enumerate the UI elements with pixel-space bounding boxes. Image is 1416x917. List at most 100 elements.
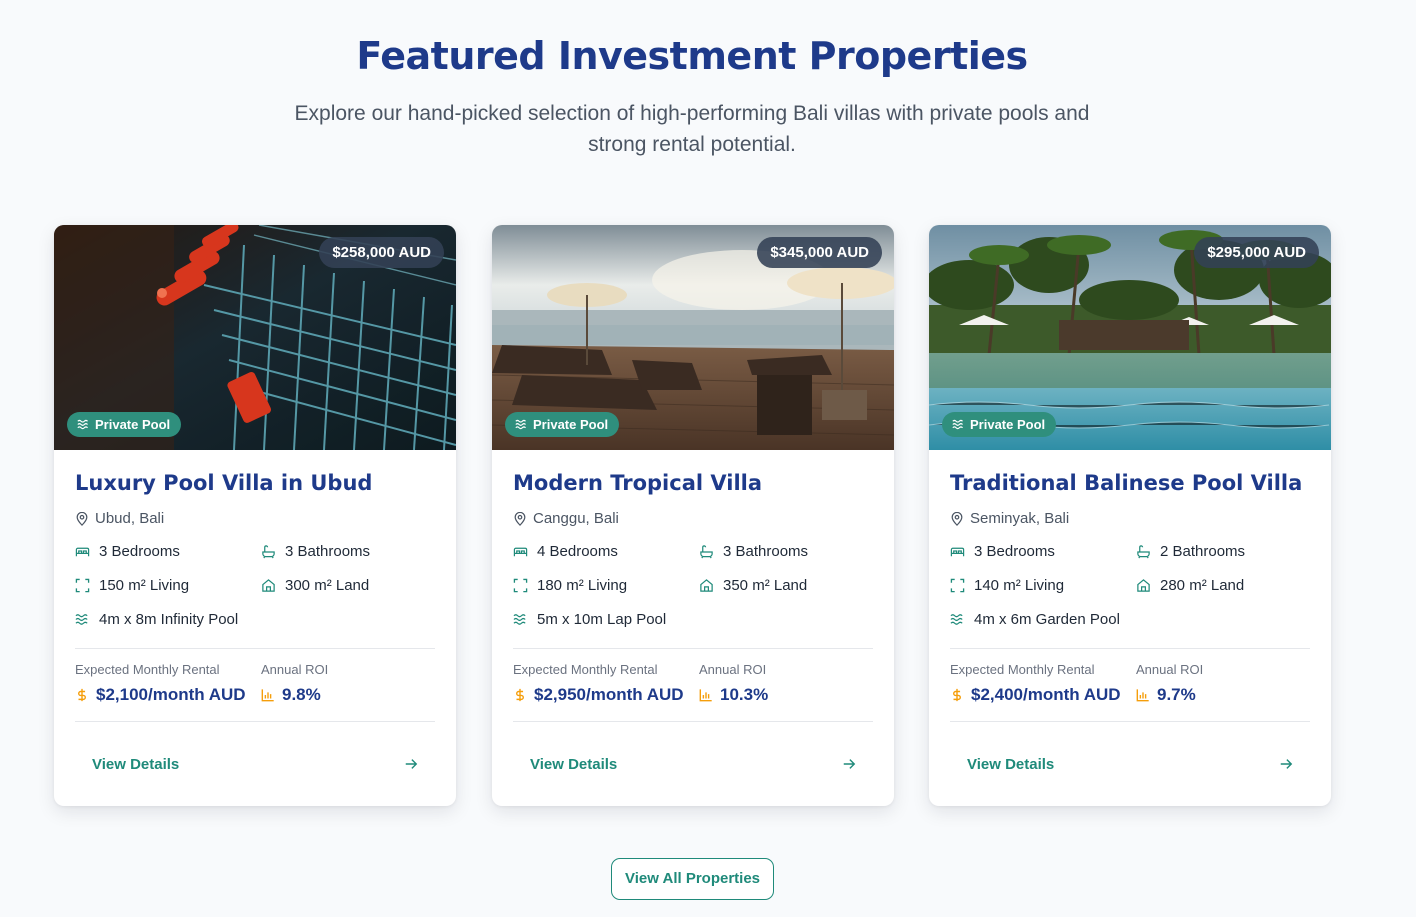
expand-icon: [75, 578, 90, 593]
view-details-button[interactable]: View Details: [950, 749, 1310, 779]
roi-amount: 10.3%: [720, 685, 769, 704]
roi-value: 9.8%: [261, 685, 321, 705]
bathrooms-text: 3 Bathrooms: [723, 543, 809, 560]
bedrooms-text: 3 Bedrooms: [99, 543, 180, 560]
property-photo-palm-resort-pool[interactable]: $295,000 AUD Private Pool: [929, 225, 1331, 450]
waves-icon: [950, 614, 963, 625]
price-badge: $295,000 AUD: [1194, 237, 1319, 268]
divider: [75, 648, 435, 649]
home-icon: [700, 579, 713, 592]
view-details-label: View Details: [530, 755, 618, 773]
living-area-feature: 140 m² Living: [950, 577, 1064, 594]
view-details-label: View Details: [967, 755, 1055, 773]
rental-label: Expected Monthly Rental: [950, 662, 1095, 677]
private-pool-badge: Private Pool: [67, 412, 182, 437]
bathrooms-feature: 3 Bathrooms: [699, 543, 808, 560]
pool-feature: 4m x 6m Garden Pool: [950, 611, 1120, 628]
living-area-text: 140 m² Living: [974, 577, 1065, 594]
waves-icon: [952, 419, 963, 430]
home-icon: [1137, 579, 1150, 592]
living-area-text: 150 m² Living: [99, 577, 190, 594]
bed-icon: [950, 547, 965, 557]
roi-label: Annual ROI: [1136, 662, 1204, 677]
roi-value: 10.3%: [699, 685, 768, 705]
arrow-right-icon: [1280, 759, 1293, 769]
section-title: Featured Investment Properties: [356, 34, 1028, 78]
bed-icon: [75, 547, 90, 557]
location-text: Canggu, Bali: [533, 510, 619, 527]
bath-icon: [1137, 545, 1150, 559]
dollar-icon: [953, 688, 961, 702]
bedrooms-text: 4 Bedrooms: [537, 543, 618, 560]
view-details-button[interactable]: View Details: [513, 749, 873, 779]
bar-chart-icon: [699, 689, 712, 702]
property-photo-shopping-carts[interactable]: $258,000 AUD Private Pool: [54, 225, 456, 450]
bathrooms-feature: 3 Bathrooms: [261, 543, 370, 560]
bedrooms-text: 3 Bedrooms: [974, 543, 1055, 560]
view-details-label: View Details: [92, 755, 180, 773]
dollar-icon: [516, 688, 524, 702]
map-pin-icon: [76, 511, 88, 526]
expand-icon: [950, 578, 965, 593]
pool-feature: 5m x 10m Lap Pool: [513, 611, 666, 628]
waves-icon: [515, 419, 526, 430]
divider: [513, 648, 873, 649]
divider: [513, 721, 873, 722]
price-badge: $345,000 AUD: [757, 237, 882, 268]
living-area-feature: 150 m² Living: [75, 577, 189, 594]
arrow-right-icon: [405, 759, 418, 769]
bed-icon: [513, 547, 528, 557]
land-area-feature: 280 m² Land: [1136, 577, 1244, 594]
view-all-properties-button[interactable]: View All Properties: [611, 858, 774, 900]
rental-amount: $2,100/month AUD: [96, 685, 246, 704]
divider: [950, 721, 1310, 722]
bedrooms-feature: 4 Bedrooms: [513, 543, 618, 560]
rental-amount: $2,950/month AUD: [534, 685, 684, 704]
bathrooms-text: 2 Bathrooms: [1160, 543, 1246, 560]
private-pool-badge: Private Pool: [505, 412, 620, 437]
divider: [950, 648, 1310, 649]
pool-text: 4m x 6m Garden Pool: [974, 611, 1120, 628]
waves-icon: [513, 614, 526, 625]
property-title[interactable]: Traditional Balinese Pool Villa: [950, 471, 1302, 495]
pool-badge-label: Private Pool: [970, 417, 1046, 432]
property-location: Seminyak, Bali: [950, 510, 1069, 527]
roi-label: Annual ROI: [699, 662, 767, 677]
bar-chart-icon: [261, 689, 274, 702]
view-details-button[interactable]: View Details: [75, 749, 435, 779]
land-area-feature: 300 m² Land: [261, 577, 369, 594]
property-title[interactable]: Modern Tropical Villa: [513, 471, 762, 495]
waves-icon: [77, 419, 88, 430]
rental-value: $2,950/month AUD: [513, 685, 684, 705]
rental-value: $2,400/month AUD: [950, 685, 1121, 705]
divider: [75, 721, 435, 722]
property-title[interactable]: Luxury Pool Villa in Ubud: [75, 471, 372, 495]
location-text: Seminyak, Bali: [970, 510, 1070, 527]
bedrooms-feature: 3 Bedrooms: [950, 543, 1055, 560]
land-area-feature: 350 m² Land: [699, 577, 807, 594]
bath-icon: [700, 545, 713, 559]
property-card[interactable]: $295,000 AUD Private Pool Traditional Ba…: [929, 225, 1331, 806]
private-pool-badge: Private Pool: [942, 412, 1057, 437]
rental-amount: $2,400/month AUD: [971, 685, 1121, 704]
roi-amount: 9.8%: [282, 685, 321, 704]
property-location: Canggu, Bali: [513, 510, 619, 527]
living-area-text: 180 m² Living: [537, 577, 628, 594]
bedrooms-feature: 3 Bedrooms: [75, 543, 180, 560]
bathrooms-text: 3 Bathrooms: [285, 543, 371, 560]
pool-text: 4m x 8m Infinity Pool: [99, 611, 239, 628]
map-pin-icon: [951, 511, 963, 526]
rental-label: Expected Monthly Rental: [75, 662, 220, 677]
rental-value: $2,100/month AUD: [75, 685, 246, 705]
living-area-feature: 180 m² Living: [513, 577, 627, 594]
land-area-text: 280 m² Land: [1160, 577, 1245, 594]
pool-badge-label: Private Pool: [95, 417, 171, 432]
pool-text: 5m x 10m Lap Pool: [537, 611, 667, 628]
home-icon: [262, 579, 275, 592]
property-photo-infinity-pool-deck[interactable]: $345,000 AUD Private Pool: [492, 225, 894, 450]
rental-label: Expected Monthly Rental: [513, 662, 658, 677]
map-pin-icon: [514, 511, 526, 526]
property-card[interactable]: $345,000 AUD Private Pool Modern Tropica…: [492, 225, 894, 806]
property-card[interactable]: $258,000 AUD Private Pool Luxury Pool Vi…: [54, 225, 456, 806]
pool-badge-label: Private Pool: [533, 417, 609, 432]
